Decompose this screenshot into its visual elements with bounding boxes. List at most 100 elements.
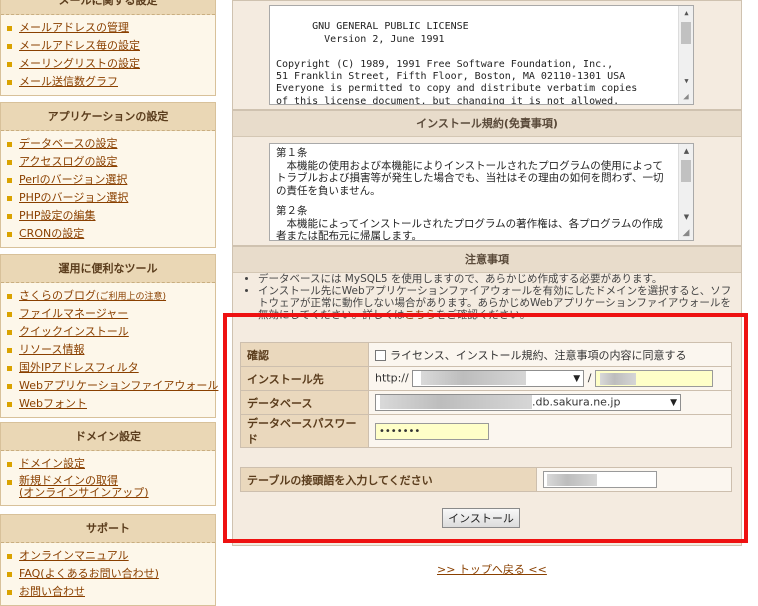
sidebar-item-file-manager[interactable]: ファイルマネージャー [7, 305, 215, 323]
scroll-down-icon[interactable]: ▼ [679, 210, 693, 225]
sidebar-list: さくらのブログ(ご利用上の注意) ファイルマネージャー クイックインストール リ… [1, 283, 218, 417]
sidebar-item-new-domain[interactable]: 新規ドメインの取得 (オンラインサインアップ) [7, 473, 215, 501]
sidebar-item-access-log[interactable]: アクセスログの設定 [7, 153, 215, 171]
sidebar-link[interactable]: メールアドレス毎の設定 [19, 39, 140, 52]
bullet-icon [7, 26, 12, 31]
bullet-icon [7, 142, 12, 147]
sidebar-item-mailing-list[interactable]: メーリングリストの設定 [7, 55, 215, 73]
url-prefix: http:// [375, 371, 409, 385]
domain-mask [421, 371, 527, 385]
back-to-top-link[interactable]: >> トップへ戻る << [437, 561, 547, 577]
sidebar-list: ドメイン設定 新規ドメインの取得 (オンラインサインアップ) [1, 451, 215, 505]
sidebar-link[interactable]: クイックインストール [19, 325, 129, 338]
database-label: データベース [240, 390, 369, 415]
scroll-up-icon[interactable]: ▲ [679, 6, 693, 21]
bullet-icon [7, 80, 12, 85]
sidebar-item-mail-graph[interactable]: メール送信数グラフ [7, 73, 215, 91]
sidebar-item-cron[interactable]: CRONの設定 [7, 225, 215, 243]
bullet-icon [7, 330, 12, 335]
sidebar-item-manual[interactable]: オンラインマニュアル [7, 547, 215, 565]
agree-checkbox[interactable] [375, 350, 386, 361]
prefix-mask [547, 473, 597, 486]
sidebar-item-php-settings[interactable]: PHP設定の編集 [7, 207, 215, 225]
license-text: GNU GENERAL PUBLIC LICENSE Version 2, Ju… [276, 21, 638, 105]
sidebar-link[interactable]: ドメイン設定 [19, 457, 85, 470]
sidebar-group-title: ドメイン設定 [1, 423, 215, 451]
bullet-icon [7, 232, 12, 237]
terms-textarea[interactable]: 第１条 本機能の使用および本機能によりインストールされたプログラムの使用によって… [269, 143, 694, 241]
notes-title: 注意事項 [233, 247, 741, 273]
sidebar-item-perl-version[interactable]: Perlのバージョン選択 [7, 171, 215, 189]
sidebar-item-resource-info[interactable]: リソース情報 [7, 341, 215, 359]
sidebar-link[interactable]: Webフォント [19, 397, 87, 410]
scroll-up-icon[interactable]: ▲ [679, 144, 693, 159]
bullet-icon [7, 366, 12, 371]
sidebar-link[interactable]: メールアドレスの管理 [19, 21, 129, 34]
license-scrollbar[interactable]: ▲ ▼ ◢ [678, 6, 693, 104]
agree-text[interactable]: ライセンス、インストール規約、注意事項の内容に同意する [390, 349, 687, 362]
path-mask [599, 372, 636, 385]
sidebar-link-signup[interactable]: (オンラインサインアップ) [19, 486, 149, 499]
prefix-form-table: テーブルの接頭語を入力してください [240, 467, 732, 492]
sidebar-item-quick-install[interactable]: クイックインストール [7, 323, 215, 341]
terms-article-2-head: 第２条 [276, 205, 308, 217]
scroll-down-icon[interactable]: ▼ [679, 74, 693, 89]
sidebar-link[interactable]: メール送信数グラフ [19, 75, 118, 88]
sidebar-link[interactable]: Webアプリケーションファイアウォール [19, 379, 218, 392]
form-row-destination: インストール先 http:// ▼ / [240, 366, 732, 391]
database-host: .db.sakura.ne.jp [532, 395, 621, 409]
sidebar-link[interactable]: お問い合わせ [19, 585, 85, 598]
sidebar-item-mail-address-settings[interactable]: メールアドレス毎の設定 [7, 37, 215, 55]
sidebar-item-contact[interactable]: お問い合わせ [7, 583, 215, 601]
resize-grip-icon[interactable]: ◢ [680, 91, 692, 103]
database-mask [380, 395, 532, 409]
sidebar-item-waf[interactable]: Webアプリケーションファイアウォール [7, 377, 218, 395]
sidebar-item-blog[interactable]: さくらのブログ(ご利用上の注意) [7, 287, 215, 305]
install-button[interactable]: インストール [442, 508, 520, 528]
destination-cell: http:// ▼ / [368, 366, 732, 391]
note-suffix: をご確認ください。 [435, 309, 531, 321]
blog-notice-link[interactable]: (ご利用上の注意) [96, 292, 166, 302]
sidebar-item-ip-filter[interactable]: 国外IPアドレスフィルタ [7, 359, 215, 377]
terms-article-1: 本機能の使用および本機能によりインストールされたプログラムの使用によってトラブル… [276, 159, 664, 197]
sidebar-item-mail-address-admin[interactable]: メールアドレスの管理 [7, 19, 215, 37]
note-item: データベースには MySQL5 を使用しますので、あらかじめ作成する必要がありま… [258, 273, 734, 285]
sidebar-link[interactable]: リソース情報 [19, 343, 84, 356]
sidebar-link[interactable]: FAQ(よくあるお問い合わせ) [19, 567, 159, 580]
db-password-label: データベースパスワード [240, 414, 369, 448]
chevron-down-icon: ▼ [670, 398, 677, 408]
sidebar-link[interactable]: ファイルマネージャー [19, 307, 128, 320]
db-password-cell: ••••••• [368, 414, 732, 448]
sidebar-link[interactable]: PHP設定の編集 [19, 209, 96, 222]
sidebar-link[interactable]: CRONの設定 [19, 227, 84, 240]
sidebar-link[interactable]: PHPのバージョン選択 [19, 191, 128, 204]
db-password-input[interactable]: ••••••• [375, 422, 489, 440]
note-details-link[interactable]: こちら [404, 309, 436, 321]
form-row-db-password: データベースパスワード ••••••• [240, 414, 732, 448]
install-path-input[interactable] [594, 370, 713, 387]
scroll-thumb[interactable] [681, 160, 691, 182]
sidebar-item-web-font[interactable]: Webフォント [7, 395, 215, 413]
license-textarea[interactable]: GNU GENERAL PUBLIC LICENSE Version 2, Ju… [269, 5, 694, 105]
sidebar-link[interactable]: メーリングリストの設定 [19, 57, 140, 70]
domain-select[interactable]: ▼ [412, 370, 585, 387]
table-prefix-input[interactable] [543, 471, 657, 488]
bullet-icon [7, 294, 12, 299]
sidebar-item-php-version[interactable]: PHPのバージョン選択 [7, 189, 215, 207]
sidebar-link[interactable]: データベースの設定 [19, 137, 117, 150]
sidebar-link[interactable]: 国外IPアドレスフィルタ [19, 361, 139, 374]
sidebar-link[interactable]: Perlのバージョン選択 [19, 173, 127, 186]
sidebar-group-apps: アプリケーションの設定 データベースの設定 アクセスログの設定 Perlのバージ… [0, 102, 216, 248]
sidebar-link[interactable]: オンラインマニュアル [19, 549, 129, 562]
sidebar-item-faq[interactable]: FAQ(よくあるお問い合わせ) [7, 565, 215, 583]
resize-grip-icon[interactable]: ◢ [680, 227, 692, 239]
bullet-icon [7, 178, 12, 183]
terms-scrollbar[interactable]: ▲ ▼ ◢ [678, 144, 693, 240]
scroll-thumb[interactable] [681, 22, 691, 44]
sidebar-item-database[interactable]: データベースの設定 [7, 135, 215, 153]
sidebar-link[interactable]: アクセスログの設定 [19, 155, 117, 168]
form-row-database: データベース .db.sakura.ne.jp ▼ [240, 390, 732, 415]
sidebar-item-domain-settings[interactable]: ドメイン設定 [7, 455, 215, 473]
database-select[interactable]: .db.sakura.ne.jp ▼ [375, 394, 681, 411]
sidebar-link[interactable]: さくらのブログ [19, 289, 96, 302]
